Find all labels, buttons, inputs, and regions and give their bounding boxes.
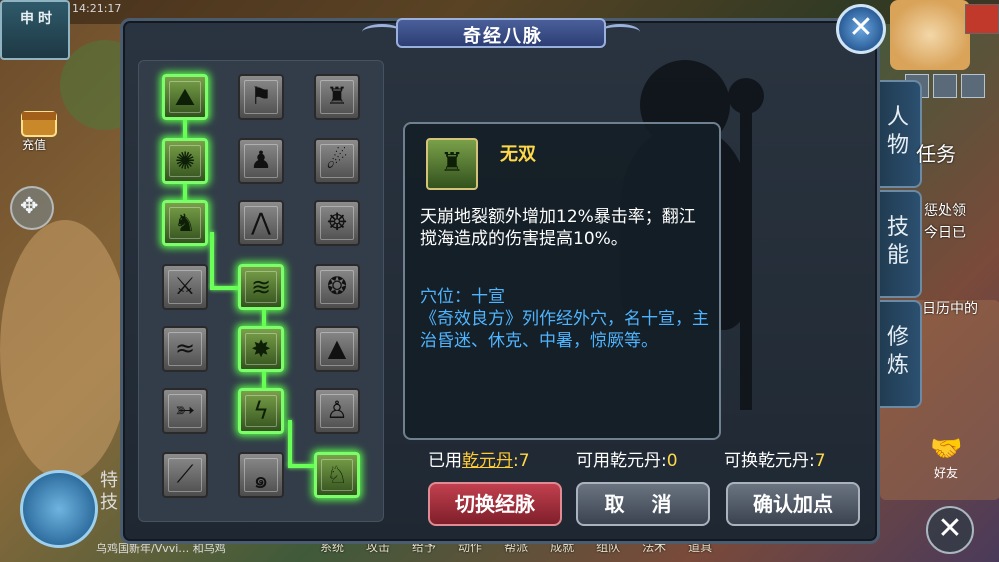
meridian-node[interactable]: ⛰ <box>162 74 208 120</box>
spear-warrior-icon: ♘ <box>326 461 348 489</box>
side-tab-skills[interactable]: 技 能 <box>876 190 922 298</box>
meridian-node[interactable]: ๑ <box>238 452 284 498</box>
meridian-node[interactable]: ϟ <box>238 388 284 434</box>
waves-icon: ≈ <box>174 334 196 362</box>
available-value: 0 <box>666 451 678 471</box>
claw-slash-icon: ⟋ <box>176 460 194 488</box>
meridian-node[interactable]: ➳ <box>162 388 208 434</box>
kneeling-figure-icon: ♙ <box>326 396 348 424</box>
tree-link <box>210 286 240 290</box>
dialog-close-button[interactable]: ✕ <box>836 4 886 54</box>
swirling-orbs-icon: ❂ <box>326 272 348 300</box>
player-avatar[interactable] <box>890 0 970 70</box>
tree-link <box>262 310 266 326</box>
banner-icon: ⚑ <box>250 82 272 110</box>
used-elixir-stat: 已用乾元丹:7 <box>428 446 530 471</box>
skill-description: 天崩地裂额外增加12%暴击率；翻江搅海造成的伤害提高10%。 <box>420 207 696 249</box>
confirm-points-button[interactable]: 确认加点 <box>726 482 860 526</box>
time-of-day-badge[interactable]: 申时 <box>0 0 70 60</box>
meridian-node[interactable]: ▲ <box>314 326 360 372</box>
exchangeable-value: 7 <box>814 451 826 471</box>
selected-skill-icon: ♜ <box>426 138 478 190</box>
meditating-figure-icon: ☸ <box>326 208 348 236</box>
recharge-label: 充值 <box>22 138 47 152</box>
friends-label[interactable]: 好友 <box>934 464 958 481</box>
spiral-icon: ๑ <box>253 466 269 494</box>
switch-meridian-button[interactable]: 切换经脉 <box>428 482 562 526</box>
meridian-node[interactable]: ⋀ <box>238 200 284 246</box>
meridian-node[interactable]: ☸ <box>314 200 360 246</box>
warrior-shield-icon: ♜ <box>440 148 464 178</box>
meridian-node[interactable]: ≋ <box>238 264 284 310</box>
calendar-text: 日历中的 <box>922 301 978 317</box>
mountain-wind-icon: ⛰ <box>174 83 196 111</box>
meridian-node[interactable]: ♜ <box>314 74 360 120</box>
available-elixir-stat: 可用乾元丹:0 <box>576 446 678 471</box>
comet-icon: ☄ <box>326 146 348 174</box>
tree-link <box>288 420 292 466</box>
treasure-chest-icon <box>21 111 57 137</box>
side-tab-character[interactable]: 人 物 <box>876 80 922 188</box>
handshake-icon[interactable]: 🤝 <box>930 434 970 466</box>
meridian-node[interactable]: ♘ <box>314 452 360 498</box>
crossed-blades-icon: ⚔ <box>174 272 196 300</box>
meridian-node[interactable]: ♞ <box>162 200 208 246</box>
acupoint-description: 穴位：十宣 《奇效良方》列作经外穴，名十宣，主治昏迷、休克、中暑，惊厥等。 <box>420 287 709 351</box>
available-label: 可用乾元丹: <box>576 451 667 471</box>
meridian-node[interactable]: ♟ <box>238 138 284 184</box>
map-expand-button[interactable]: ✥ <box>10 186 54 230</box>
storm-slash-icon: ≋ <box>250 273 272 301</box>
buff-slot[interactable] <box>933 74 957 98</box>
roaring-warrior-icon: ♞ <box>174 209 196 237</box>
meridian-node[interactable]: ☄ <box>314 138 360 184</box>
whirlwind-icon: ✺ <box>174 147 196 175</box>
buff-slot[interactable] <box>961 74 985 98</box>
tree-link <box>183 120 187 138</box>
tree-link <box>288 464 314 468</box>
side-tab-cultivation[interactable]: 修 炼 <box>876 300 922 408</box>
warrior-shield-icon: ♜ <box>326 82 348 110</box>
meridian-node[interactable]: ✺ <box>162 138 208 184</box>
penalty-text: 惩处领 <box>924 203 966 219</box>
meridian-node[interactable]: ⚑ <box>238 74 284 120</box>
virtual-joystick[interactable] <box>20 470 98 548</box>
exchangeable-label: 可换乾元丹: <box>724 451 815 471</box>
silhouette-icon: ♟ <box>250 146 272 174</box>
meridian-node[interactable]: ⚔ <box>162 264 208 310</box>
task-tab-label[interactable]: 任务 <box>916 138 956 167</box>
time-of-day-label: 申时 <box>20 11 56 27</box>
player-health-bar <box>965 4 999 34</box>
meridian-node[interactable]: ⟋ <box>162 452 208 498</box>
flame-arch-icon: ⋀ <box>251 208 271 236</box>
used-label: 已用 <box>428 451 462 471</box>
today-text: 今日已 <box>924 225 966 241</box>
special-skill-stub[interactable]: 特 技 <box>100 470 118 514</box>
elixir-stats: 已用乾元丹:7 可用乾元丹:0 可换乾元丹:7 <box>428 446 858 471</box>
lightning-strike-icon: ϟ <box>253 397 269 425</box>
elixir-link[interactable]: 乾元丹 <box>462 451 513 471</box>
dialog-title-bar: 奇经八脉 <box>396 18 606 48</box>
clock-text: 14:21:17 <box>72 2 122 15</box>
skill-name: 无双 <box>500 144 536 165</box>
expand-arrows-icon: ✥ <box>20 194 39 219</box>
hud-close-button[interactable]: ✕ <box>926 506 974 554</box>
meridian-node[interactable]: ❂ <box>314 264 360 310</box>
tree-link <box>210 232 214 288</box>
cancel-button[interactable]: 取 消 <box>576 482 710 526</box>
meridian-node[interactable]: ♙ <box>314 388 360 434</box>
meridian-node[interactable]: ≈ <box>162 326 208 372</box>
cloaked-figure-icon: ▲ <box>327 334 347 362</box>
used-value: :7 <box>513 451 530 471</box>
triple-arrow-icon: ➳ <box>174 396 196 424</box>
background-tree <box>0 220 130 480</box>
meridian-node[interactable]: ✸ <box>238 326 284 372</box>
tree-link <box>262 372 266 388</box>
exchangeable-elixir-stat: 可换乾元丹:7 <box>724 446 826 471</box>
burst-figure-icon: ✸ <box>250 335 272 363</box>
dialog-title: 奇经八脉 <box>463 26 543 47</box>
